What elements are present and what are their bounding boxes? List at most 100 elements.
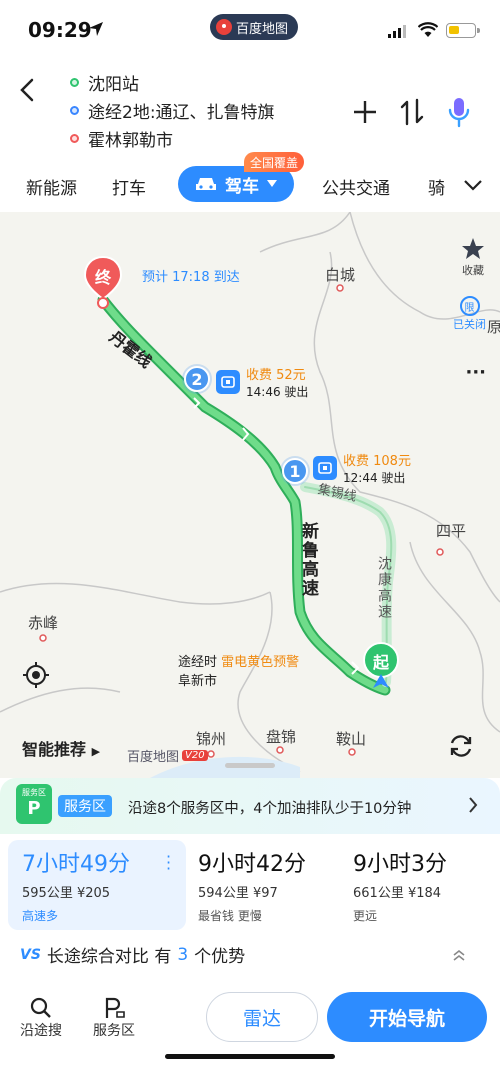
city-label-baicheng: 白城 xyxy=(325,266,356,284)
weather-warning[interactable]: 途经时 雷电黄色预警 阜新市 xyxy=(178,651,299,689)
service-area-button[interactable]: 服务区 xyxy=(93,996,135,1040)
start-marker-label: 起 xyxy=(372,653,389,672)
locate-icon[interactable] xyxy=(22,661,50,689)
back-icon[interactable] xyxy=(14,74,42,106)
service-area-label: 服务区 xyxy=(93,1023,135,1039)
home-indicator xyxy=(165,1054,335,1059)
end-marker-label: 终 xyxy=(94,268,111,287)
waypoint-start-label: 沈阳站 xyxy=(88,74,139,95)
city-label-siping: 四平 xyxy=(436,522,467,540)
route-header: 沈阳站 途经2地:通辽、扎鲁特旗 霍林郭勒市 xyxy=(0,60,500,160)
parking-p-icon: P xyxy=(27,798,41,819)
bottom-action-bar: 沿途搜 服务区 雷达 开始导航 xyxy=(0,984,500,1068)
service-area-tag: 服务区 xyxy=(58,795,112,817)
navigation-arrow-icon xyxy=(89,22,103,36)
end-dot-icon xyxy=(70,133,79,143)
route-option-3[interactable]: 9小时3分 661公里 ¥184 更远 xyxy=(353,840,447,930)
nationwide-badge: 全国覆盖 xyxy=(244,152,305,172)
road-label-xinlu: 新鲁高速 xyxy=(298,522,318,598)
city-label-panjin: 盘锦 xyxy=(266,728,297,746)
status-time: 09:29 xyxy=(28,18,92,42)
voice-icon[interactable] xyxy=(446,96,472,128)
compare-count: 3 xyxy=(177,944,189,965)
favorite-label: 收藏 xyxy=(462,264,484,277)
route-sheet: 服务区 P 服务区 沿途8个服务区中，4个加油排队少于10分钟 7小时49分 5… xyxy=(0,778,500,1068)
route-option-1[interactable]: 7小时49分 595公里 ¥205 高速多 xyxy=(8,840,186,930)
route-duration: 9小时42分 xyxy=(198,852,306,877)
eta-label: 预计 17:18 到达 xyxy=(142,270,240,285)
status-bar: 09:29 百度地图 xyxy=(0,0,500,60)
chevron-down-icon[interactable] xyxy=(462,174,484,196)
waypoint-start[interactable]: 沈阳站 xyxy=(70,68,275,96)
search-along-label: 沿途搜 xyxy=(20,1023,62,1039)
waypoint-list: 沈阳站 途经2地:通辽、扎鲁特旗 霍林郭勒市 xyxy=(70,68,275,152)
long-distance-compare[interactable]: VS 长途综合对比 有 3 个优势 xyxy=(20,942,245,968)
map-view[interactable]: 白城 四平 赤峰 锦州 盘锦 鞍山 原 丹霍线 新鲁高速 沈康高速 集锡线 预计… xyxy=(0,212,500,778)
search-icon xyxy=(30,997,51,1018)
wifi-icon xyxy=(418,22,438,37)
caret-right-icon: ▶ xyxy=(91,745,101,758)
toll-info-2[interactable]: 收费 52元 14:46 驶出 xyxy=(216,364,308,400)
add-icon[interactable] xyxy=(352,99,378,125)
weather-prefix: 途经时 xyxy=(178,655,218,670)
toll-marker-1[interactable]: 1 xyxy=(282,458,308,484)
traffic-limit-label: 已关闭 xyxy=(453,318,486,331)
chevron-up-double-icon[interactable] xyxy=(452,948,466,962)
app-indicator-pill[interactable]: 百度地图 xyxy=(210,14,299,40)
tab-transit[interactable]: 公共交通 xyxy=(322,174,390,199)
tab-taxi[interactable]: 打车 xyxy=(112,174,146,199)
tab-new-energy[interactable]: 新能源 xyxy=(26,174,77,199)
route-menu-dots-icon[interactable]: · · · xyxy=(166,849,171,877)
mode-tabs: 新能源 打车 驾车 全国覆盖 公共交通 骑 xyxy=(0,152,500,212)
map-logo: 百度地图 V20 xyxy=(127,746,208,765)
via-dot-icon xyxy=(70,105,79,115)
city-label-edge: 原 xyxy=(487,318,500,336)
waypoint-via-label: 途经2地:通辽、扎鲁特旗 xyxy=(88,102,275,123)
waypoint-via[interactable]: 途经2地:通辽、扎鲁特旗 xyxy=(70,96,275,124)
radar-button[interactable]: 雷达 xyxy=(206,992,318,1042)
start-navigation-button[interactable]: 开始导航 xyxy=(327,992,487,1042)
favorite-button[interactable]: 收藏 xyxy=(460,236,486,278)
weather-city: 阜新市 xyxy=(178,674,218,689)
service-area-icon: 服务区 P xyxy=(16,784,52,824)
map-base xyxy=(0,212,500,778)
route-tag: 最省钱 更慢 xyxy=(198,909,262,923)
traffic-limit-button[interactable]: 限 已关闭 xyxy=(453,296,486,332)
map-logo-label: 百度地图 xyxy=(127,750,180,765)
compare-text-pre: 长途综合对比 有 xyxy=(46,947,172,967)
header-actions xyxy=(352,96,472,128)
baidu-pin-icon xyxy=(216,19,232,35)
chevron-right-icon xyxy=(469,797,478,813)
toll-marker-2[interactable]: 2 xyxy=(184,366,210,392)
toll-info-1[interactable]: 收费 108元 12:44 驶出 xyxy=(313,450,411,486)
waypoint-end[interactable]: 霍林郭勒市 xyxy=(70,124,275,152)
toll-fee-2: 收费 52元 xyxy=(246,368,306,383)
tab-bike[interactable]: 骑 xyxy=(428,174,445,199)
search-along-button[interactable]: 沿途搜 xyxy=(20,996,62,1040)
service-area-banner[interactable]: 服务区 P 服务区 沿途8个服务区中，4个加油排队少于10分钟 xyxy=(0,778,500,834)
more-button[interactable]: ··· xyxy=(465,362,486,383)
refresh-icon[interactable] xyxy=(448,733,474,759)
route-meta: 595公里 ¥205 xyxy=(22,886,111,901)
route-meta: 661公里 ¥184 xyxy=(353,886,442,901)
tab-drive-label: 驾车 xyxy=(225,176,259,197)
service-area-icon xyxy=(105,997,125,1018)
toll-gate-icon xyxy=(216,370,240,394)
smart-recommend-label: 智能推荐 xyxy=(22,740,87,759)
road-label-shenkang: 沈康高速 xyxy=(376,556,392,620)
toll-time-2: 14:46 驶出 xyxy=(246,385,309,399)
drag-handle[interactable] xyxy=(225,763,275,768)
route-tag: 高速多 xyxy=(22,909,59,923)
route-tag: 更远 xyxy=(353,909,378,923)
map-logo-version: V20 xyxy=(182,750,208,761)
toll-fee-1: 收费 108元 xyxy=(343,454,411,469)
app-indicator-label: 百度地图 xyxy=(236,21,289,37)
smart-recommend[interactable]: 智能推荐 ▶ xyxy=(22,736,100,760)
signal-icon xyxy=(388,25,406,38)
start-dot-icon xyxy=(70,77,79,87)
route-duration: 7小时49分 xyxy=(22,852,130,877)
swap-icon[interactable] xyxy=(400,98,424,126)
city-label-anshan: 鞍山 xyxy=(336,730,367,748)
chevron-down-icon xyxy=(267,180,277,187)
route-option-2[interactable]: 9小时42分 594公里 ¥97 最省钱 更慢 xyxy=(198,840,306,930)
